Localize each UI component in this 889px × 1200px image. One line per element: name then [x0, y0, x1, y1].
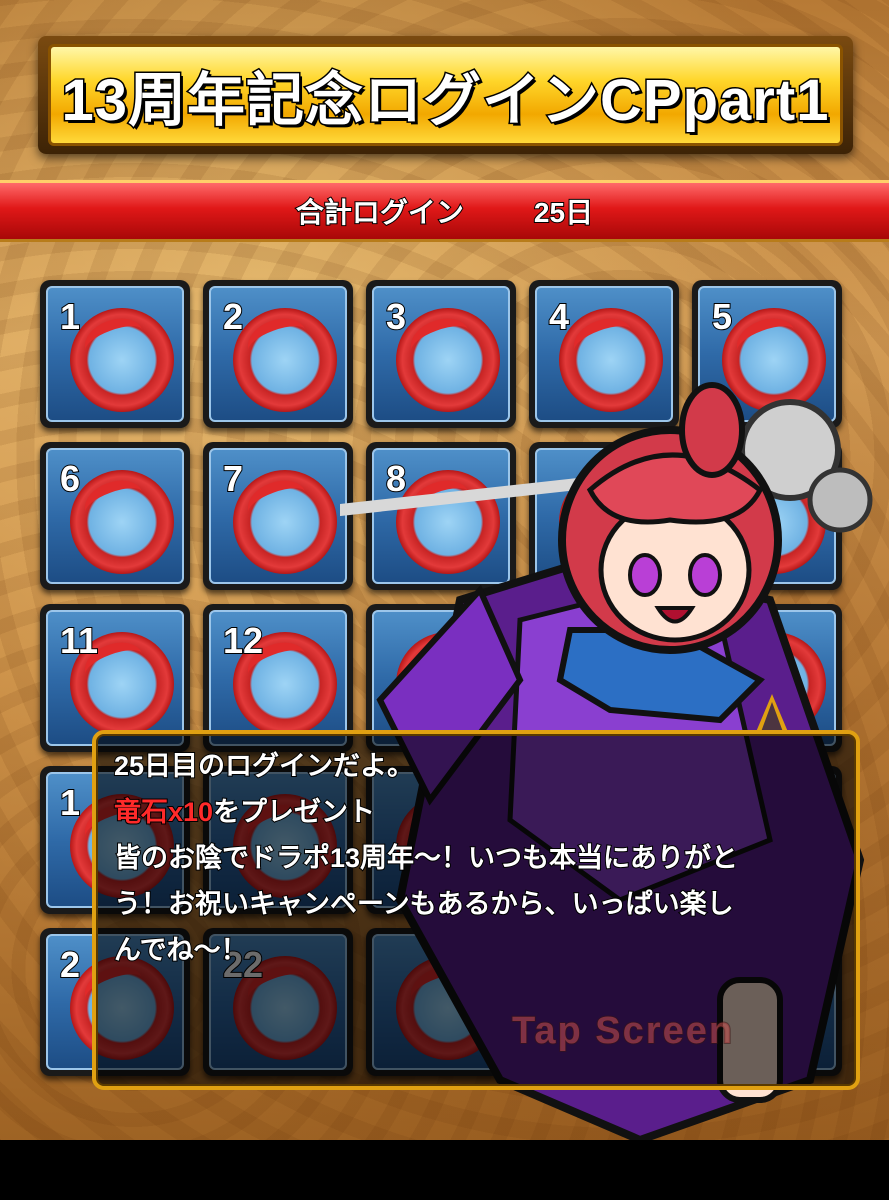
day-number: 5 [711, 295, 733, 338]
day-number: 6 [59, 457, 81, 500]
total-login-bar: 合計ログイン 25日 [0, 180, 889, 242]
dragon-stone-icon [233, 308, 337, 412]
dragon-stone-icon [70, 470, 174, 574]
day-number: 2 [222, 295, 244, 338]
day-number: 7 [222, 457, 244, 500]
day-number: 11 [59, 619, 99, 662]
dialog-box[interactable]: 25日目のログインだよ。 竜石x10をプレゼント 皆のお陰でドラポ13周年～！い… [92, 730, 860, 1090]
total-login-value: 25日 [533, 196, 594, 229]
day-number: 1 [59, 781, 81, 824]
total-login-label: 合計ログイン [295, 196, 465, 229]
dialog-line-1: 25日目のログインだよ。 [113, 750, 415, 782]
calendar-day-cell[interactable]: 1 [40, 280, 190, 428]
dialog-tail [756, 694, 788, 732]
day-number: 1 [59, 295, 81, 338]
day-number: 2 [59, 943, 81, 986]
dialog-line-5: んでね～！ [113, 934, 249, 966]
dragon-stone-icon [233, 470, 337, 574]
dialog-line-4: う！お祝いキャンペーンもあるから、いっぱい楽し [113, 888, 735, 920]
reward-suffix: をプレゼント [212, 796, 376, 828]
dialog-line-3: 皆のお陰でドラポ13周年～！いつも本当にありがと [113, 842, 739, 874]
tap-screen-hint: Tap Screen [511, 1009, 735, 1053]
campaign-title: 13周年記念ログインCPpart1 [60, 67, 830, 135]
day-number: 4 [548, 295, 570, 338]
day-number: 12 [222, 619, 264, 662]
calendar-day-cell[interactable]: 6 [40, 442, 190, 590]
calendar-day-cell[interactable]: 2 [203, 280, 353, 428]
title-plate: 13周年記念ログインCPpart1 [48, 44, 843, 146]
dragon-stone-icon [70, 308, 174, 412]
calendar-day-cell[interactable]: 7 [203, 442, 353, 590]
game-screen[interactable]: 13周年記念ログインCPpart1 合計ログイン 25日 1 2 3 4 5 6… [0, 0, 889, 1140]
bottom-letterbox [0, 1140, 889, 1200]
title-banner: 13周年記念ログインCPpart1 [38, 36, 853, 154]
reward-highlight: 竜石x10 [113, 796, 214, 828]
dialog-line-2: 竜石x10をプレゼント [113, 790, 376, 829]
day-number: 3 [385, 295, 407, 338]
